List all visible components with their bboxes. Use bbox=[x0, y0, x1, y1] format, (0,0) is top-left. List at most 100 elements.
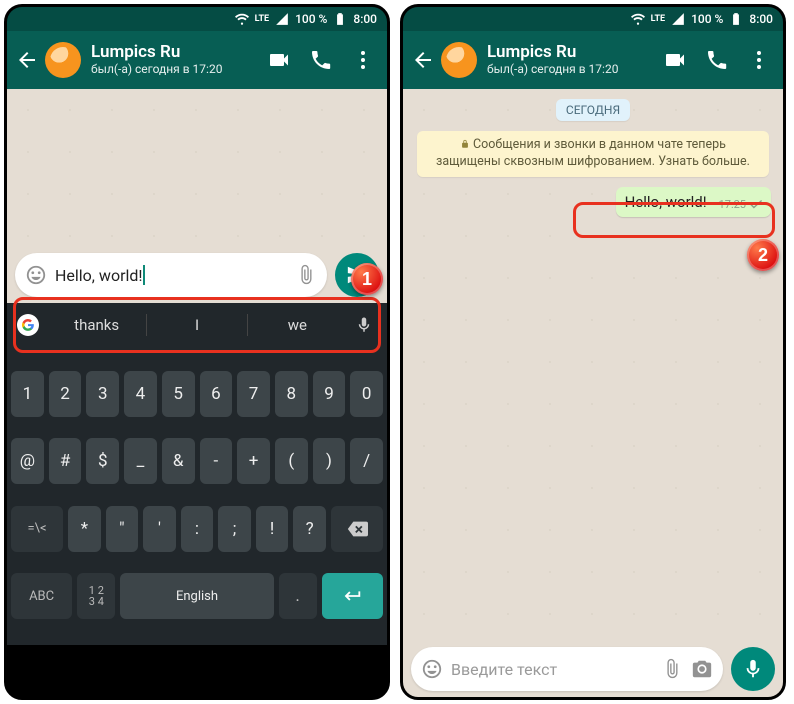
mic-icon bbox=[742, 658, 764, 680]
text-caret bbox=[143, 265, 145, 285]
key-8[interactable]: 8 bbox=[275, 371, 308, 417]
key-colon[interactable]: : bbox=[181, 506, 214, 552]
key-3[interactable]: 3 bbox=[86, 371, 119, 417]
contact-status: был(-а) сегодня в 17:20 bbox=[487, 63, 653, 77]
android-status-bar: LTE 100 % 8:00 bbox=[403, 7, 783, 31]
clock: 8:00 bbox=[353, 12, 377, 26]
key-bang[interactable]: ! bbox=[256, 506, 289, 552]
key-period[interactable]: . bbox=[279, 573, 317, 619]
key-2[interactable]: 2 bbox=[49, 371, 82, 417]
key-star[interactable]: * bbox=[68, 506, 101, 552]
key-abc[interactable]: ABC bbox=[11, 573, 72, 619]
lock-icon bbox=[460, 139, 470, 149]
key-plus[interactable]: + bbox=[237, 438, 270, 484]
key-rparen[interactable]: ) bbox=[313, 438, 346, 484]
attach-icon[interactable] bbox=[661, 658, 683, 680]
encryption-notice[interactable]: Сообщения и звонки в данном чате теперь … bbox=[417, 131, 769, 177]
key-qmark[interactable]: ? bbox=[293, 506, 326, 552]
key-amp[interactable]: & bbox=[162, 438, 195, 484]
contact-title-block[interactable]: Lumpics Ru был(-а) сегодня в 17:20 bbox=[91, 43, 257, 76]
network-type: LTE bbox=[651, 14, 666, 24]
more-menu-icon[interactable] bbox=[747, 48, 771, 72]
more-menu-icon[interactable] bbox=[351, 48, 375, 72]
key-numeric[interactable]: 1 2 3 4 bbox=[77, 573, 115, 619]
chat-app-bar: Lumpics Ru был(-а) сегодня в 17:20 bbox=[7, 31, 387, 89]
network-type: LTE bbox=[255, 14, 270, 24]
key-6[interactable]: 6 bbox=[200, 371, 233, 417]
message-time: 17:25 bbox=[719, 198, 746, 211]
key-at[interactable]: @ bbox=[11, 438, 44, 484]
key-underscore[interactable]: _ bbox=[124, 438, 157, 484]
mic-button[interactable] bbox=[731, 647, 775, 691]
backspace-icon bbox=[346, 518, 368, 540]
clock: 8:00 bbox=[749, 12, 773, 26]
message-input-placeholder[interactable]: Введите текст bbox=[451, 660, 653, 679]
key-lparen[interactable]: ( bbox=[275, 438, 308, 484]
key-enter[interactable] bbox=[322, 573, 383, 619]
screenshot-after: LTE 100 % 8:00 Lumpics Ru был(-а) сегодн… bbox=[400, 4, 786, 700]
battery-level: 100 % bbox=[295, 12, 327, 26]
battery-icon bbox=[333, 12, 347, 26]
video-call-icon[interactable] bbox=[663, 48, 687, 72]
voice-call-icon[interactable] bbox=[705, 48, 729, 72]
contact-title-block[interactable]: Lumpics Ru был(-а) сегодня в 17:20 bbox=[487, 43, 653, 76]
outgoing-message[interactable]: Hello, world! 17:25 bbox=[616, 187, 771, 217]
enter-icon bbox=[341, 585, 363, 607]
key-4[interactable]: 4 bbox=[124, 371, 157, 417]
on-screen-keyboard: thanks I we 1 2 3 4 5 6 7 8 9 0 @ # bbox=[7, 303, 387, 645]
voice-call-icon[interactable] bbox=[309, 48, 333, 72]
key-5[interactable]: 5 bbox=[162, 371, 195, 417]
battery-icon bbox=[729, 12, 743, 26]
google-icon[interactable] bbox=[17, 314, 39, 336]
delivered-check-icon bbox=[749, 199, 763, 209]
signal-icon bbox=[275, 12, 289, 26]
message-text: Hello, world! bbox=[625, 193, 707, 211]
mic-icon[interactable] bbox=[355, 316, 373, 334]
key-1[interactable]: 1 bbox=[11, 371, 44, 417]
android-status-bar: LTE 100 % 8:00 bbox=[7, 7, 387, 31]
video-call-icon[interactable] bbox=[267, 48, 291, 72]
attach-icon[interactable] bbox=[295, 264, 317, 286]
suggestion-1[interactable]: thanks bbox=[47, 310, 146, 340]
screenshot-before: LTE 100 % 8:00 Lumpics Ru был(-а) сегодн… bbox=[4, 4, 390, 700]
contact-name: Lumpics Ru bbox=[487, 43, 653, 63]
contact-name: Lumpics Ru bbox=[91, 43, 257, 63]
key-9[interactable]: 9 bbox=[313, 371, 346, 417]
message-input-box[interactable]: Hello, world! bbox=[15, 253, 327, 297]
key-more-symbols[interactable]: =\< bbox=[11, 506, 63, 552]
signal-icon bbox=[671, 12, 685, 26]
key-backspace[interactable] bbox=[331, 506, 383, 552]
key-semi[interactable]: ; bbox=[218, 506, 251, 552]
battery-level: 100 % bbox=[691, 12, 723, 26]
message-input-box[interactable]: Введите текст bbox=[411, 647, 723, 691]
key-7[interactable]: 7 bbox=[237, 371, 270, 417]
chat-app-bar: Lumpics Ru был(-а) сегодня в 17:20 bbox=[403, 31, 783, 89]
date-separator: СЕГОДНЯ bbox=[556, 99, 630, 121]
annotation-badge-2: 2 bbox=[747, 239, 779, 271]
message-input[interactable]: Hello, world! bbox=[55, 265, 287, 285]
key-dquote[interactable]: " bbox=[106, 506, 139, 552]
chat-body: Hello, world! bbox=[7, 89, 387, 303]
key-dollar[interactable]: $ bbox=[86, 438, 119, 484]
key-hash[interactable]: # bbox=[49, 438, 82, 484]
emoji-icon[interactable] bbox=[421, 658, 443, 680]
key-space[interactable]: English bbox=[120, 573, 273, 619]
key-minus[interactable]: - bbox=[200, 438, 233, 484]
key-squote[interactable]: ' bbox=[143, 506, 176, 552]
contact-avatar[interactable] bbox=[441, 42, 477, 78]
back-icon[interactable] bbox=[15, 48, 39, 72]
back-icon[interactable] bbox=[411, 48, 435, 72]
suggestion-2[interactable]: I bbox=[147, 310, 246, 340]
emoji-icon[interactable] bbox=[25, 264, 47, 286]
wifi-icon bbox=[631, 12, 645, 26]
message-input-bar: Hello, world! bbox=[7, 247, 387, 303]
contact-avatar[interactable] bbox=[45, 42, 81, 78]
key-0[interactable]: 0 bbox=[350, 371, 383, 417]
message-input-bar: Введите текст bbox=[403, 641, 783, 697]
chat-body: СЕГОДНЯ Сообщения и звонки в данном чате… bbox=[403, 89, 783, 697]
keyboard-suggestion-bar: thanks I we bbox=[7, 303, 387, 347]
wifi-icon bbox=[235, 12, 249, 26]
suggestion-3[interactable]: we bbox=[248, 310, 347, 340]
key-slash[interactable]: / bbox=[350, 438, 383, 484]
camera-icon[interactable] bbox=[691, 658, 713, 680]
